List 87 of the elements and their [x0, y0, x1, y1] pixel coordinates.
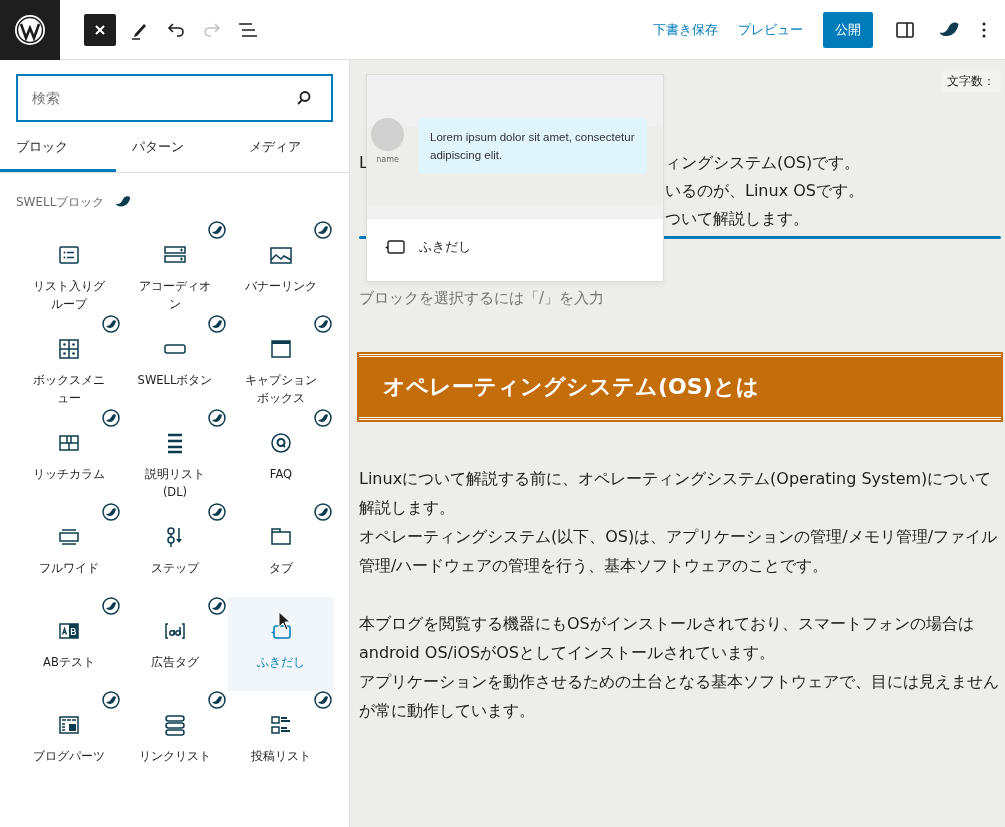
search-icon[interactable] — [295, 89, 313, 107]
block-label: SWELLボタン — [137, 372, 213, 389]
save-draft-link[interactable]: 下書き保存 — [653, 20, 718, 39]
block-label: 説明リスト(DL) — [144, 466, 206, 501]
block-item[interactable]: リンクリスト — [122, 691, 228, 785]
block-label: 広告タグ — [151, 654, 199, 671]
swell-badge-icon — [208, 409, 226, 427]
link-list-icon — [163, 713, 187, 737]
block-item[interactable]: 投稿リスト — [228, 691, 334, 785]
swell-badge-icon — [314, 221, 332, 239]
block-label: ABテスト — [43, 654, 95, 671]
swell-badge-icon — [102, 691, 120, 709]
block-label: FAQ — [269, 466, 293, 483]
block-label: ふきだし — [257, 654, 305, 671]
paragraph-text: オペレーティングシステム(以下、OS)は、アプリケーションの管理/メモリ管理/ファイル管理/ハードウェアの管理を行う、基本ソフトウェアのことです。 — [359, 526, 998, 577]
swell-badge-icon — [314, 503, 332, 521]
block-label: バナーリンク — [245, 278, 317, 295]
close-button[interactable] — [84, 13, 116, 46]
swell-badge-icon — [208, 691, 226, 709]
block-item[interactable]: バナーリンク — [228, 221, 334, 315]
block-item[interactable]: SWELLボタン — [122, 315, 228, 409]
paragraph-text: 本ブログを閲覧する機器にもOSがインストールされており、スマートフォンの場合はandroid OS/iOSがOSとしてインストールされています。 — [359, 613, 975, 664]
block-label: リスト入りグループ — [32, 278, 106, 313]
block-label: ボックスメニュー — [32, 372, 106, 407]
block-label: アコーディオン — [138, 278, 212, 313]
swell-badge-icon — [102, 315, 120, 333]
paragraph-text: アプリケーションを動作させるための土台となる基本ソフトウェアで、目には見えませんが常に動作しています。 — [359, 671, 1000, 722]
block-label: 投稿リスト — [251, 748, 311, 765]
paragraph-text: ィングシステム(OS)です。 — [665, 152, 861, 174]
block-item[interactable]: ボックスメニュー — [16, 315, 122, 409]
paragraph-text: ついて解説します。 — [665, 208, 809, 230]
faq-q-icon — [269, 431, 293, 455]
wordpress-logo-icon — [13, 12, 47, 47]
window-icon — [269, 337, 293, 361]
publish-button[interactable]: 公開 — [823, 11, 873, 48]
block-label: リッチカラム — [33, 466, 105, 483]
block-label: ブログパーツ — [33, 748, 105, 765]
mouse-pointer-icon — [278, 611, 292, 631]
inserter-tab[interactable]: ブロック — [0, 124, 117, 172]
block-item[interactable]: ブログパーツ — [16, 691, 122, 785]
list-icon — [57, 243, 81, 267]
swell-badge-icon — [208, 315, 226, 333]
block-item[interactable]: キャプションボックス — [228, 315, 334, 409]
paragraph-text: いるのが、Linux OSです。 — [665, 180, 864, 202]
block-item[interactable]: 広告タグ — [122, 597, 228, 691]
block-item[interactable]: ステップ — [122, 503, 228, 597]
grid-icon — [57, 337, 81, 361]
block-label: ステップ — [151, 560, 199, 577]
block-label: リンクリスト — [139, 748, 211, 765]
swell-badge-icon — [314, 409, 332, 427]
avatar-circle — [371, 118, 404, 151]
block-item[interactable]: ふきだし — [228, 597, 334, 691]
block-item[interactable]: タブ — [228, 503, 334, 597]
swell-badge-icon — [314, 691, 332, 709]
block-label: タブ — [269, 560, 293, 577]
post-list-icon — [269, 713, 293, 737]
block-item[interactable]: アコーディオン — [122, 221, 228, 315]
swell-badge-icon — [208, 597, 226, 615]
swell-badge-icon — [102, 409, 120, 427]
swell-badge-icon — [314, 315, 332, 333]
swell-badge-icon — [102, 503, 120, 521]
block-item[interactable]: 説明リスト(DL) — [122, 409, 228, 503]
block-label: フルワイド — [39, 560, 99, 577]
layout-panel-icon — [57, 713, 81, 737]
section-heading: オペレーティングシステム(OS)とは — [359, 354, 1001, 420]
speech-bubble: Lorem ipsum dolor sit amet, consectetur adipiscing elit. — [418, 118, 647, 174]
block-item[interactable]: リッチカラム — [16, 409, 122, 503]
close-icon — [93, 22, 107, 37]
word-count-label: 文字数： — [941, 71, 1001, 92]
swell-badge-icon — [208, 221, 226, 239]
block-item[interactable]: ABテスト — [16, 597, 122, 691]
inserter-tab[interactable]: メディア — [232, 124, 349, 172]
search-field[interactable]: 検索 — [16, 74, 333, 122]
block-label: キャプションボックス — [244, 372, 318, 407]
block-placeholder[interactable]: ブロックを選択するには「/」を入力 — [359, 289, 1001, 308]
block-name: ふきだし — [419, 238, 471, 256]
block-item[interactable]: フルワイド — [16, 503, 122, 597]
avatar-name: name — [376, 155, 399, 164]
paragraph-text: Linuxについて解説する前に、オペレーティングシステム(Operating System)について解説します。 — [359, 468, 993, 519]
swell-badge-icon — [208, 503, 226, 521]
block-item[interactable]: FAQ — [228, 409, 334, 503]
inserter-tab[interactable]: パターン — [116, 124, 233, 172]
category-label: SWELLブロック — [16, 193, 105, 211]
swell-badge-icon — [102, 597, 120, 615]
preview-link[interactable]: プレビュー — [738, 20, 803, 39]
wordpress-logo[interactable] — [0, 0, 60, 60]
block-item[interactable]: リスト入りグループ — [16, 221, 122, 315]
